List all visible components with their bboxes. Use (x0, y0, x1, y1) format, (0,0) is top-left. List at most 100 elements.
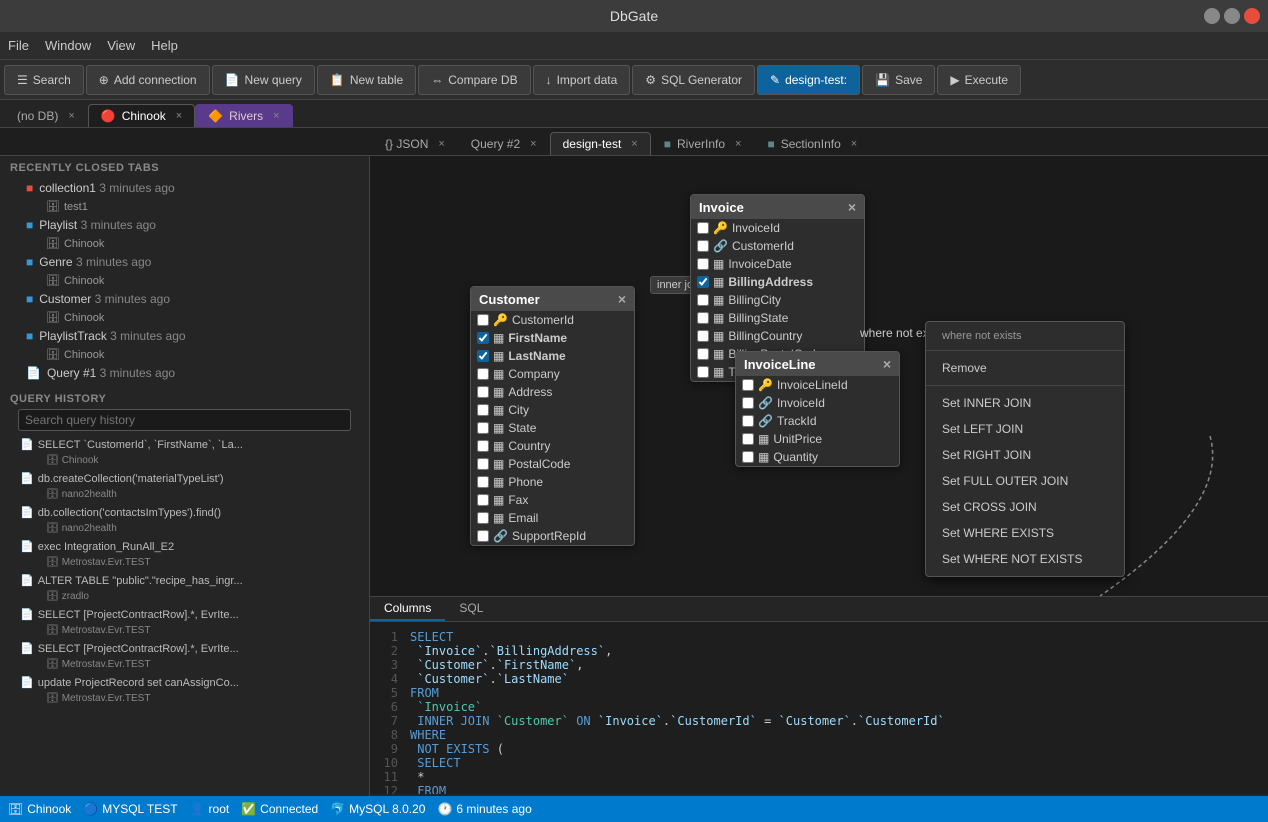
history-item-0[interactable]: 📄 SELECT `CustomerId`, `FirstName`, `La.… (10, 435, 359, 454)
invoiceline-table-close[interactable]: × (883, 356, 891, 372)
add-connection-button[interactable]: ⊕ Add connection (86, 65, 210, 95)
customer-col-fax[interactable]: ▦Fax (471, 491, 634, 509)
ctx-set-inner-join[interactable]: Set INNER JOIN (926, 390, 1124, 416)
close-chinook-tab[interactable]: × (176, 110, 182, 122)
tab-sql[interactable]: SQL (445, 597, 497, 621)
tab-bar-sub: {} JSON × Query #2 × design-test × ■ Riv… (0, 128, 1268, 156)
new-query-button[interactable]: 📄 New query (212, 65, 315, 95)
ctx-set-where-exists[interactable]: Set WHERE EXISTS (926, 520, 1124, 546)
designer-canvas-area[interactable]: Customer × 🔑CustomerId ▦FirstName ▦LastN… (370, 156, 1268, 796)
history-item-6[interactable]: 📄 SELECT [ProjectContractRow].*, EvrIte.… (10, 639, 359, 658)
customer-col-company[interactable]: ▦Company (471, 365, 634, 383)
menu-view[interactable]: View (107, 38, 135, 53)
customer-col-state[interactable]: ▦State (471, 419, 634, 437)
tab-sectioninfo[interactable]: ■ SectionInfo × (754, 132, 870, 155)
ctx-remove[interactable]: Remove (926, 355, 1124, 381)
customer-col-firstname[interactable]: ▦FirstName (471, 329, 634, 347)
compare-db-button[interactable]: ⇔ Compare DB (418, 65, 530, 95)
invoiceline-col-quantity[interactable]: ▦Quantity (736, 448, 899, 466)
history-item-2[interactable]: 📄 db.collection('contactsImTypes').find(… (10, 503, 359, 522)
sql-line-2: 2 `Invoice`.`BillingAddress`, (378, 644, 1260, 658)
invoiceline-col-invoicelineid[interactable]: 🔑InvoiceLineId (736, 376, 899, 394)
tab-chinook[interactable]: 🔴 Chinook × (88, 104, 195, 127)
import-data-button[interactable]: ↓ Import data (533, 65, 631, 95)
history-file-icon-7: 📄 (20, 676, 34, 689)
customer-table-close[interactable]: × (618, 291, 626, 307)
customer-col-lastname[interactable]: ▦LastName (471, 347, 634, 365)
sidebar-item-playlist[interactable]: ■ Playlist 3 minutes ago (10, 215, 359, 235)
ctx-set-left-join[interactable]: Set LEFT JOIN (926, 416, 1124, 442)
status-server-type[interactable]: 🔵 MYSQL TEST (83, 802, 177, 816)
tab-riverinfo[interactable]: ■ RiverInfo × (651, 132, 755, 155)
invoice-col-billingcountry[interactable]: ▦BillingCountry (691, 327, 864, 345)
customer-col-customerid[interactable]: 🔑CustomerId (471, 311, 634, 329)
history-item-5[interactable]: 📄 SELECT [ProjectContractRow].*, EvrIte.… (10, 605, 359, 624)
customer-col-address[interactable]: ▦Address (471, 383, 634, 401)
new-table-button[interactable]: 📋 New table (317, 65, 416, 95)
tab-rivers[interactable]: 🔶 Rivers × (195, 104, 292, 127)
sidebar-item-playlisttrack[interactable]: ■ PlaylistTrack 3 minutes ago (10, 326, 359, 346)
sidebar-sub-chinook4: 🗄 Chinook (10, 346, 359, 363)
close-json-tab[interactable]: × (438, 138, 444, 150)
history-item-4[interactable]: 📄 ALTER TABLE "public"."recipe_has_ingr.… (10, 571, 359, 590)
invoiceline-col-invoiceid[interactable]: 🔗InvoiceId (736, 394, 899, 412)
ctx-set-right-join[interactable]: Set RIGHT JOIN (926, 442, 1124, 468)
invoice-col-invoiceid[interactable]: 🔑InvoiceId (691, 219, 864, 237)
invoiceline-col-unitprice[interactable]: ▦UnitPrice (736, 430, 899, 448)
close-riverinfo-tab[interactable]: × (735, 138, 741, 150)
invoice-col-billingstate[interactable]: ▦BillingState (691, 309, 864, 327)
invoiceline-col-trackid[interactable]: 🔗TrackId (736, 412, 899, 430)
history-item-1[interactable]: 📄 db.createCollection('materialTypeList'… (10, 469, 359, 488)
invoice-col-customerid[interactable]: 🔗CustomerId (691, 237, 864, 255)
menu-help[interactable]: Help (151, 38, 178, 53)
customer-col-supportrepid[interactable]: 🔗SupportRepId (471, 527, 634, 545)
sidebar-item-genre[interactable]: ■ Genre 3 minutes ago (10, 252, 359, 272)
design-test-button[interactable]: ✎ design-test: (757, 65, 860, 95)
ctx-set-cross-join[interactable]: Set CROSS JOIN (926, 494, 1124, 520)
sidebar-item-customer[interactable]: ■ Customer 3 minutes ago (10, 289, 359, 309)
customer-col-postalcode[interactable]: ▦PostalCode (471, 455, 634, 473)
sql-generator-button[interactable]: ⚙ SQL Generator (632, 65, 755, 95)
ctx-set-where-not-exists[interactable]: Set WHERE NOT EXISTS (926, 546, 1124, 572)
history-file-icon-0: 📄 (20, 438, 34, 451)
close-button[interactable] (1244, 8, 1260, 24)
execute-button[interactable]: ▶ Execute (937, 65, 1021, 95)
history-item-3[interactable]: 📄 exec Integration_RunAll_E2 (10, 537, 359, 556)
customer-col-phone[interactable]: ▦Phone (471, 473, 634, 491)
invoice-col-billingaddress[interactable]: ▦BillingAddress (691, 273, 864, 291)
tab-json[interactable]: {} JSON × (372, 132, 458, 155)
ctx-set-full-outer-join[interactable]: Set FULL OUTER JOIN (926, 468, 1124, 494)
tab-no-db[interactable]: (no DB) × (4, 104, 88, 127)
history-item-7[interactable]: 📄 update ProjectRecord set canAssignCo..… (10, 673, 359, 692)
close-no-db-tab[interactable]: × (68, 110, 74, 122)
close-rivers-tab[interactable]: × (273, 110, 279, 122)
close-sectioninfo-tab[interactable]: × (851, 138, 857, 150)
invoice-table-header: Invoice × (691, 195, 864, 219)
close-query2-tab[interactable]: × (530, 138, 536, 150)
customer-table[interactable]: Customer × 🔑CustomerId ▦FirstName ▦LastN… (470, 286, 635, 546)
invoice-col-billingcity[interactable]: ▦BillingCity (691, 291, 864, 309)
customer-col-city[interactable]: ▦City (471, 401, 634, 419)
menu-window[interactable]: Window (45, 38, 91, 53)
customer-col-email[interactable]: ▦Email (471, 509, 634, 527)
save-button[interactable]: 💾 Save (862, 65, 935, 95)
search-button[interactable]: ☰ Search (4, 65, 84, 95)
invoice-col-invoicedate[interactable]: ▦InvoiceDate (691, 255, 864, 273)
maximize-button[interactable] (1224, 8, 1240, 24)
sidebar-item-collection1[interactable]: ■ collection1 3 minutes ago (10, 178, 359, 198)
invoiceline-table[interactable]: InvoiceLine × 🔑InvoiceLineId 🔗InvoiceId … (735, 351, 900, 467)
invoice-table-close[interactable]: × (848, 199, 856, 215)
close-design-test-tab[interactable]: × (631, 138, 637, 150)
menu-file[interactable]: File (8, 38, 29, 53)
ctx-sep2 (926, 385, 1124, 386)
tab-columns[interactable]: Columns (370, 597, 445, 621)
tab-query2[interactable]: Query #2 × (458, 132, 550, 155)
status-db[interactable]: 🗄 Chinook (8, 802, 71, 816)
sql-editor[interactable]: 1SELECT 2 `Invoice`.`BillingAddress`, 3 … (370, 622, 1268, 794)
customer-col-country[interactable]: ▦Country (471, 437, 634, 455)
sidebar-item-query1[interactable]: 📄 Query #1 3 minutes ago (10, 363, 359, 383)
minimize-button[interactable] (1204, 8, 1220, 24)
tab-design-test[interactable]: design-test × (550, 132, 651, 155)
sql-line-12: 12 FROM (378, 784, 1260, 794)
history-search-input[interactable] (18, 409, 351, 431)
